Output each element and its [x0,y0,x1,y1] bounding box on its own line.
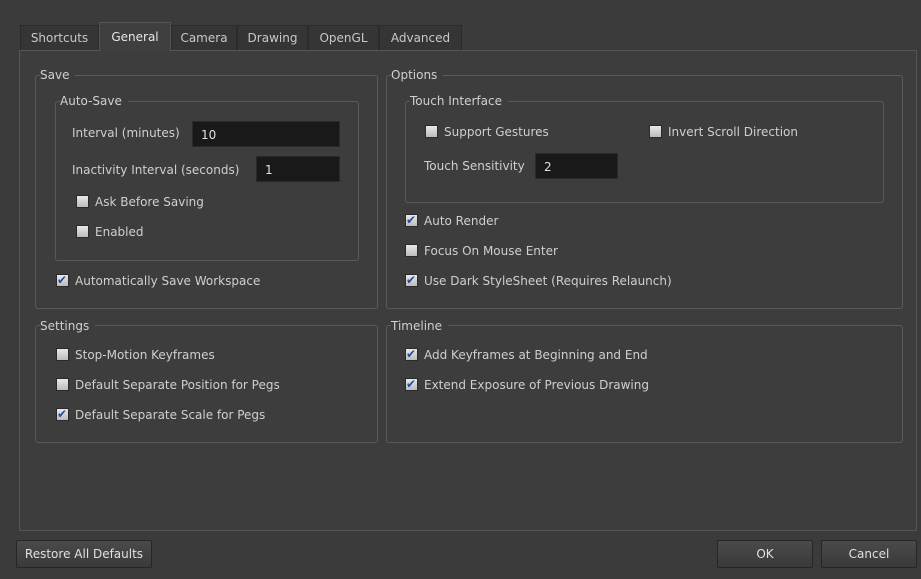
enabled-checkbox[interactable]: Enabled [76,224,144,240]
interval-field[interactable]: 10 [192,121,340,147]
inactivity-interval-label: Inactivity Interval (seconds) [72,163,240,177]
checkbox-icon [76,195,89,208]
tab-general[interactable]: General [99,22,171,51]
auto-render-checkbox[interactable]: Auto Render [405,212,499,229]
dark-stylesheet-label: Use Dark StyleSheet (Requires Relaunch) [424,274,672,288]
stop-motion-keyframes-checkbox[interactable]: Stop-Motion Keyframes [56,347,215,363]
invert-scroll-label: Invert Scroll Direction [668,125,799,139]
separate-position-label: Default Separate Position for Pegs [75,378,280,392]
tab-camera[interactable]: Camera [171,25,237,50]
timeline-group-title: Timeline [391,319,449,333]
stop-motion-keyframes-label: Stop-Motion Keyframes [75,348,215,362]
touch-interface-group [405,101,884,203]
auto-save-workspace-checkbox[interactable]: Automatically Save Workspace [56,272,261,289]
checkbox-checked-icon [56,406,69,422]
checkbox-icon [76,225,89,238]
checkbox-checked-icon [405,376,418,392]
extend-exposure-checkbox[interactable]: Extend Exposure of Previous Drawing [405,376,649,393]
touch-sensitivity-field[interactable]: 2 [535,153,618,179]
checkbox-checked-icon [405,346,418,362]
ask-before-saving-checkbox[interactable]: Ask Before Saving [76,194,204,210]
invert-scroll-checkbox[interactable]: Invert Scroll Direction [649,124,798,140]
inactivity-interval-field[interactable]: 1 [256,156,340,182]
enabled-label: Enabled [95,225,144,239]
ask-before-saving-label: Ask Before Saving [95,195,204,209]
general-tab-panel: Save Auto-Save Interval (minutes) 10 Ina… [19,50,917,531]
support-gestures-checkbox[interactable]: Support Gestures [425,124,549,140]
auto-save-group-title: Auto-Save [60,94,128,108]
add-keyframes-label: Add Keyframes at Beginning and End [424,348,648,362]
checkbox-icon [405,244,418,257]
interval-label: Interval (minutes) [72,126,180,140]
checkbox-icon [56,348,69,361]
auto-render-label: Auto Render [424,214,499,228]
checkbox-icon [56,378,69,391]
tab-advanced[interactable]: Advanced [379,25,462,50]
save-group-title: Save [40,68,76,82]
ok-button[interactable]: OK [717,540,813,568]
focus-on-mouse-enter-checkbox[interactable]: Focus On Mouse Enter [405,243,558,259]
checkbox-checked-icon [405,272,418,288]
touch-sensitivity-label: Touch Sensitivity [424,159,525,173]
separate-scale-checkbox[interactable]: Default Separate Scale for Pegs [56,406,266,423]
add-keyframes-checkbox[interactable]: Add Keyframes at Beginning and End [405,346,648,363]
auto-save-workspace-label: Automatically Save Workspace [75,274,261,288]
checkbox-icon [425,125,438,138]
focus-on-mouse-enter-label: Focus On Mouse Enter [424,244,558,258]
tab-drawing[interactable]: Drawing [237,25,308,50]
checkbox-checked-icon [405,212,418,228]
separate-position-checkbox[interactable]: Default Separate Position for Pegs [56,377,280,393]
touch-interface-group-title: Touch Interface [410,94,508,108]
tab-shortcuts[interactable]: Shortcuts [20,25,99,50]
separate-scale-label: Default Separate Scale for Pegs [75,408,266,422]
cancel-button[interactable]: Cancel [821,540,917,568]
extend-exposure-label: Extend Exposure of Previous Drawing [424,378,649,392]
checkbox-checked-icon [56,272,69,288]
support-gestures-label: Support Gestures [444,125,549,139]
options-group-title: Options [391,68,444,82]
restore-all-defaults-button[interactable]: Restore All Defaults [16,540,152,568]
dark-stylesheet-checkbox[interactable]: Use Dark StyleSheet (Requires Relaunch) [405,272,672,289]
tab-opengl[interactable]: OpenGL [308,25,379,50]
settings-group-title: Settings [40,319,96,333]
checkbox-icon [649,125,662,138]
